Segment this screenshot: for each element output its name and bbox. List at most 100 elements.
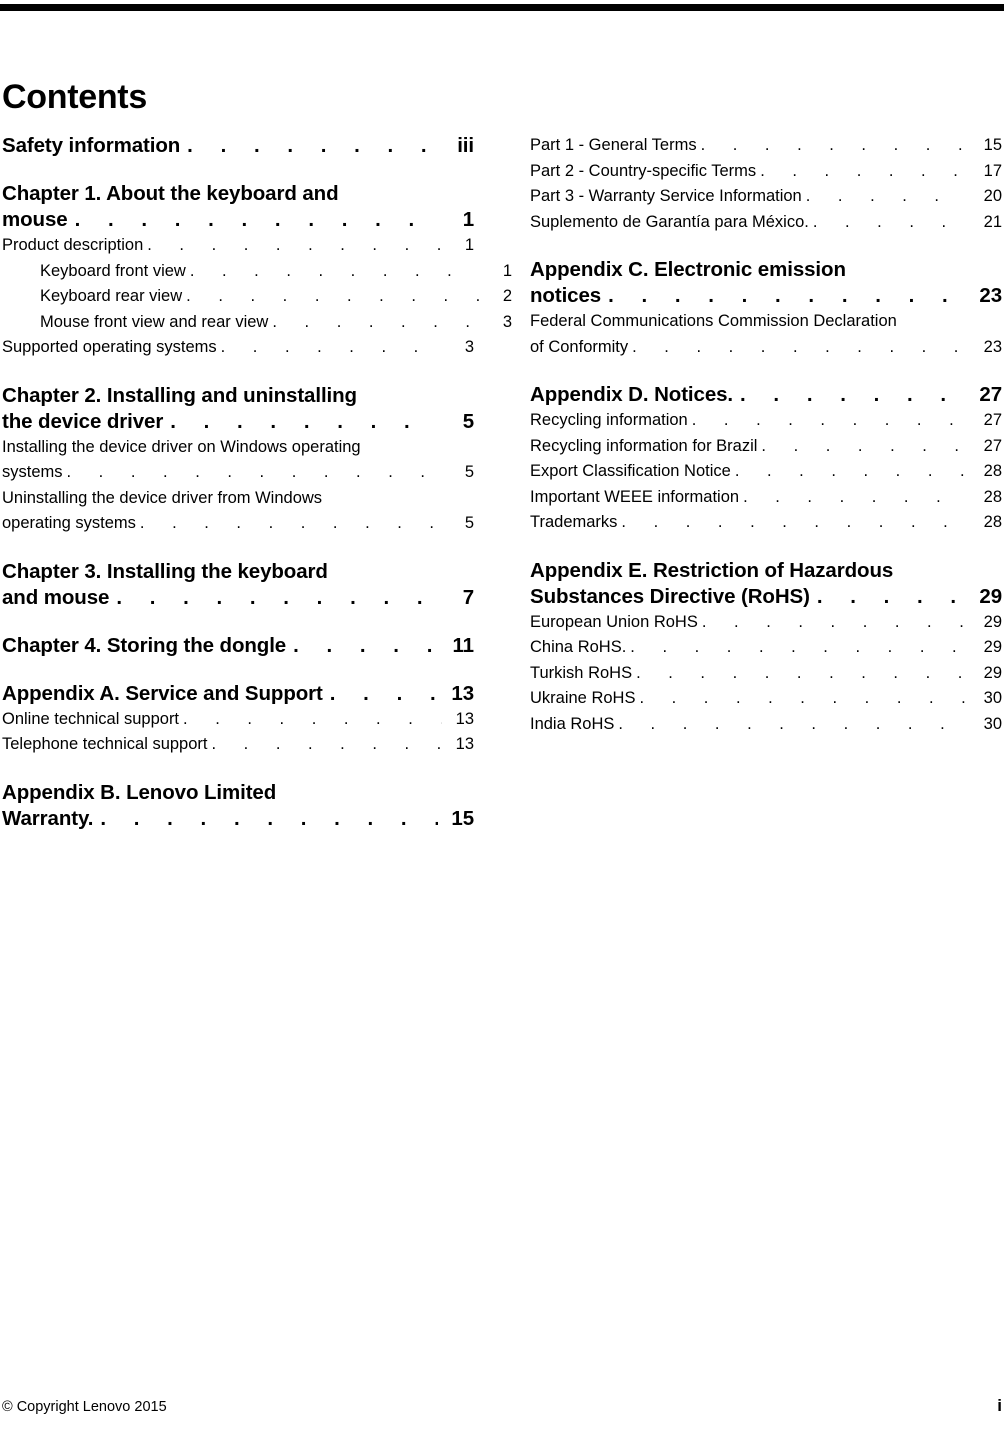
toc-page-number: 17: [983, 161, 1002, 180]
toc-entry-label: Ukraine RoHS: [530, 689, 636, 707]
toc-entry-line: Important WEEE information 28: [530, 485, 1002, 511]
dot-leader: [211, 732, 442, 758]
toc-entry-line: of Conformity 23: [530, 335, 1002, 361]
dot-leader: [621, 510, 968, 536]
toc-entry-label: Safety information: [2, 134, 181, 157]
toc-entry-european-union-rohs[interactable]: European Union RoHS 29: [530, 610, 1002, 636]
toc-entry-appendix-b-lenovo-limited[interactable]: Appendix B. Lenovo LimitedWarranty. 15: [2, 780, 474, 832]
toc-entry-uninstalling-the-device-driver-from-windows[interactable]: Uninstalling the device driver from Wind…: [2, 486, 474, 537]
toc-entry-label: Part 3 - Warranty Service Information: [530, 187, 802, 205]
toc-entry-export-classification-notice[interactable]: Export Classification Notice 28: [530, 459, 1002, 485]
toc-entry-suplemento-de-garant-a-para-m-xico[interactable]: Suplemento de Garantía para México. 21: [530, 210, 1002, 236]
toc-entry-keyboard-rear-view[interactable]: Keyboard rear view 2: [2, 284, 512, 310]
toc-entry-label: Keyboard rear view: [40, 287, 183, 305]
toc-entry-label: Trademarks: [530, 513, 618, 531]
toc-spacer: [530, 235, 1002, 257]
toc-entry-keyboard-front-view[interactable]: Keyboard front view 1: [2, 259, 512, 285]
toc-page-number: 28: [983, 487, 1002, 506]
dot-leader: [632, 335, 968, 361]
toc-page-number: 30: [983, 689, 1002, 707]
toc-spacer: [2, 537, 474, 559]
dot-leader: [636, 661, 968, 687]
toc-entry-ukraine-rohs[interactable]: Ukraine RoHS 30: [530, 686, 1002, 712]
toc-entry-line: Export Classification Notice 28: [530, 459, 1002, 485]
toc-entry-mouse-front-view-and-rear-view[interactable]: Mouse front view and rear view 3: [2, 310, 512, 336]
toc-entry-appendix-a-service-and-support[interactable]: Appendix A. Service and Support 13: [2, 681, 474, 707]
toc-page-number: 15: [983, 136, 1002, 154]
toc-entry-line: Ukraine RoHS 30: [530, 686, 1002, 712]
toc-page-number: 23: [979, 284, 1002, 307]
toc-page-number: 2: [502, 287, 512, 305]
toc-entry-product-description[interactable]: Product description 1: [2, 233, 474, 259]
toc-page-number: 13: [455, 709, 474, 728]
dot-leader: [692, 408, 968, 434]
toc-entry-text-line: Appendix C. Electronic emission: [530, 258, 846, 281]
toc-entry-line: Keyboard front view 1: [40, 259, 512, 285]
toc-entry-text-line: Appendix B. Lenovo Limited: [2, 780, 277, 804]
toc-entry-appendix-e-restriction-of-hazardous[interactable]: Appendix E. Restriction of Hazardous Subs…: [530, 558, 1002, 610]
toc-entry-chapter-2-installing-and-uninstalling[interactable]: Chapter 2. Installing and uninstalling th…: [2, 383, 474, 435]
toc-entry-label: Telephone technical support: [2, 735, 208, 753]
dot-leader: [608, 283, 962, 309]
toc-entry-label: Recycling information for Brazil: [530, 436, 758, 455]
toc-entry-appendix-d-notices[interactable]: Appendix D. Notices. 27: [530, 382, 1002, 408]
toc-page-number: 5: [464, 463, 474, 481]
toc-entry-federal-communications-commission-declaration[interactable]: Federal Communications Commission Declar…: [530, 309, 1002, 360]
toc-entry-label: European Union RoHS: [530, 612, 698, 631]
toc-entry-recycling-information[interactable]: Recycling information 27: [530, 408, 1002, 434]
toc-entry-line: Recycling information 27: [530, 408, 1002, 434]
toc-entry-installing-the-device-driver-on-windows-operatin[interactable]: Installing the device driver on Windows …: [2, 435, 474, 486]
dot-leader: [116, 585, 438, 611]
dot-leader: [221, 335, 442, 361]
toc-entry-label: operating systems: [2, 514, 136, 532]
dot-leader: [187, 133, 438, 159]
toc-column-right: Part 1 - General Terms 15 Part 2 - Country…: [530, 133, 1002, 737]
toc-entry-line: Telephone technical support 13: [2, 732, 474, 758]
toc-entry-line: systems 5: [2, 460, 474, 486]
toc-page-number: 29: [983, 638, 1002, 656]
toc-entry-label: Part 1 - General Terms: [530, 136, 697, 154]
dot-leader: [147, 233, 442, 259]
toc-entry-appendix-c-electronic-emission[interactable]: Appendix C. Electronic emission notices 23: [530, 257, 1002, 309]
dot-leader: [170, 409, 438, 435]
toc-entry-chapter-4-storing-the-dongle[interactable]: Chapter 4. Storing the dongle 11: [2, 633, 474, 659]
toc-entry-line: Appendix D. Notices. 27: [530, 382, 1002, 408]
toc-entry-line: China RoHS. 29: [530, 635, 1002, 661]
dot-leader: [806, 184, 968, 210]
copyright-notice: © Copyright Lenovo 2015: [2, 1399, 167, 1415]
toc-entry-part-3-warranty-service-information[interactable]: Part 3 - Warranty Service Information 20: [530, 184, 1002, 210]
toc-page-number: 1: [464, 236, 474, 254]
toc-entry-online-technical-support[interactable]: Online technical support 13: [2, 707, 474, 733]
toc-entry-chapter-1-about-the-keyboard-and[interactable]: Chapter 1. About the keyboard and mouse 1: [2, 181, 474, 233]
dot-leader: [186, 284, 480, 310]
toc-entry-text-line: Installing the device driver on Windows …: [2, 437, 361, 456]
toc-entry-line: and mouse 7: [2, 585, 474, 611]
toc-page-number: 11: [452, 633, 475, 657]
toc-entry-turkish-rohs[interactable]: Turkish RoHS 29: [530, 661, 1002, 687]
toc-entry-part-2-country-specific-terms[interactable]: Part 2 - Country-specific Terms 17: [530, 159, 1002, 185]
toc-page-number: 27: [983, 411, 1002, 429]
dot-leader: [639, 686, 968, 712]
dot-leader: [190, 259, 480, 285]
dot-leader: [630, 635, 968, 661]
toc-entry-line: Online technical support 13: [2, 707, 474, 733]
toc-entry-recycling-information-for-brazil[interactable]: Recycling information for Brazil 27: [530, 434, 1002, 460]
toc-entry-part-1-general-terms[interactable]: Part 1 - General Terms 15: [530, 133, 1002, 159]
toc-entry-line: Substances Directive (RoHS) 29: [530, 584, 1002, 610]
toc-entry-label: Important WEEE information: [530, 487, 740, 506]
toc-entry-telephone-technical-support[interactable]: Telephone technical support 13: [2, 732, 474, 758]
toc-entry-line: European Union RoHS 29: [530, 610, 1002, 636]
toc-entry-trademarks[interactable]: Trademarks 28: [530, 510, 1002, 536]
toc-entry-safety-information[interactable]: Safety information iii: [2, 133, 474, 159]
toc-entry-india-rohs[interactable]: India RoHS 30: [530, 712, 1002, 738]
toc-entry-supported-operating-systems[interactable]: Supported operating systems 3: [2, 335, 474, 361]
toc-entry-label: Chapter 4. Storing the dongle: [2, 633, 287, 657]
toc-entry-text-line: Appendix E. Restriction of Hazardous: [530, 558, 894, 582]
toc-entry-china-rohs[interactable]: China RoHS. 29: [530, 635, 1002, 661]
toc-page-number: 1: [462, 208, 474, 231]
toc-entry-chapter-3-installing-the-keyboard[interactable]: Chapter 3. Installing the keyboard and mo…: [2, 559, 474, 611]
toc-entry-line: Suplemento de Garantía para México. 21: [530, 210, 1002, 236]
toc-entry-important-weee-information[interactable]: Important WEEE information 28: [530, 485, 1002, 511]
dot-leader: [100, 806, 438, 832]
toc-entry-label: notices: [530, 284, 602, 307]
